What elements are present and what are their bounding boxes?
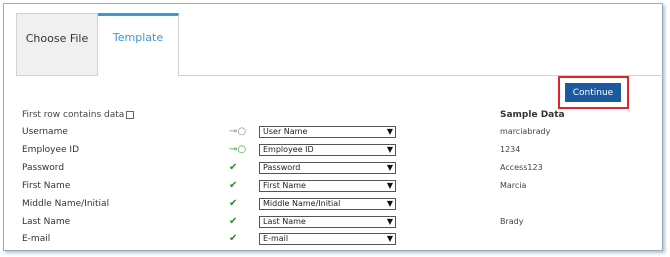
field-label: Last Name: [22, 217, 71, 227]
sample-value: Brady: [500, 217, 524, 226]
key-icon: ⊸○: [229, 126, 247, 137]
chevron-down-icon: ▼: [386, 145, 393, 154]
sample-data-header: Sample Data: [500, 110, 565, 120]
mapping-row: E-mail ✔ E-mail ▼: [0, 231, 660, 247]
sample-value: Access123: [500, 163, 543, 172]
select-value: First Name: [263, 181, 306, 190]
field-mapping-select[interactable]: E-mail ▼: [259, 233, 396, 245]
select-value: Employee ID: [263, 145, 314, 154]
field-label: First Name: [22, 181, 71, 191]
mapping-row: First Name ✔ First Name ▼ Marcia: [0, 178, 660, 194]
tab-choose-file[interactable]: Choose File: [16, 13, 98, 76]
mapping-row: Password ✔ Password ▼ Access123: [0, 160, 660, 176]
field-mapping-select[interactable]: Middle Name/Initial ▼: [259, 198, 396, 210]
first-row-checkbox[interactable]: [126, 111, 135, 119]
sample-value: 1234: [500, 145, 521, 154]
field-label: Middle Name/Initial: [22, 199, 110, 209]
field-mapping-select[interactable]: Employee ID ▼: [259, 144, 396, 156]
field-label: Employee ID: [22, 145, 80, 155]
checkmark-icon: ✔: [229, 216, 238, 227]
tab-template-label: Template: [112, 31, 164, 44]
select-value: User Name: [263, 127, 308, 136]
field-label: Password: [22, 163, 65, 173]
checkmark-icon: ✔: [229, 180, 238, 191]
chevron-down-icon: ▼: [386, 217, 393, 226]
select-value: Password: [263, 163, 301, 172]
chevron-down-icon: ▼: [386, 234, 393, 243]
first-row-option: First row contains data: [22, 110, 135, 120]
mapping-row: Middle Name/Initial ✔ Middle Name/Initia…: [0, 196, 660, 212]
checkmark-icon: ✔: [229, 233, 238, 244]
continue-button[interactable]: Continue: [565, 83, 621, 102]
field-mapping-select[interactable]: First Name ▼: [259, 180, 396, 192]
chevron-down-icon: ▼: [386, 163, 393, 172]
select-value: E-mail: [263, 234, 289, 243]
first-row-label: First row contains data: [22, 110, 125, 120]
field-label: E-mail: [22, 234, 51, 244]
tab-template[interactable]: Template: [98, 13, 179, 76]
chevron-down-icon: ▼: [386, 199, 393, 208]
mapping-row: Employee ID ⊸○ Employee ID ▼ 1234: [0, 142, 660, 158]
tab-choose-file-label: Choose File: [25, 32, 89, 45]
chevron-down-icon: ▼: [386, 127, 393, 136]
checkmark-icon: ✔: [229, 198, 238, 209]
checkmark-icon: ✔: [229, 162, 238, 173]
chevron-down-icon: ▼: [386, 181, 393, 190]
field-mapping-select[interactable]: User Name ▼: [259, 126, 396, 138]
field-mapping-select[interactable]: Password ▼: [259, 162, 396, 174]
field-mapping-select[interactable]: Last Name ▼: [259, 216, 396, 228]
sample-value: Marcia: [500, 181, 527, 190]
mapping-row: Last Name ✔ Last Name ▼ Brady: [0, 214, 660, 230]
sample-value: marciabrady: [500, 127, 551, 136]
select-value: Middle Name/Initial: [263, 199, 341, 208]
select-value: Last Name: [263, 217, 306, 226]
key-icon: ⊸○: [229, 144, 247, 155]
mapping-row: Username ⊸○ User Name ▼ marciabrady: [0, 124, 660, 140]
field-label: Username: [22, 127, 68, 137]
